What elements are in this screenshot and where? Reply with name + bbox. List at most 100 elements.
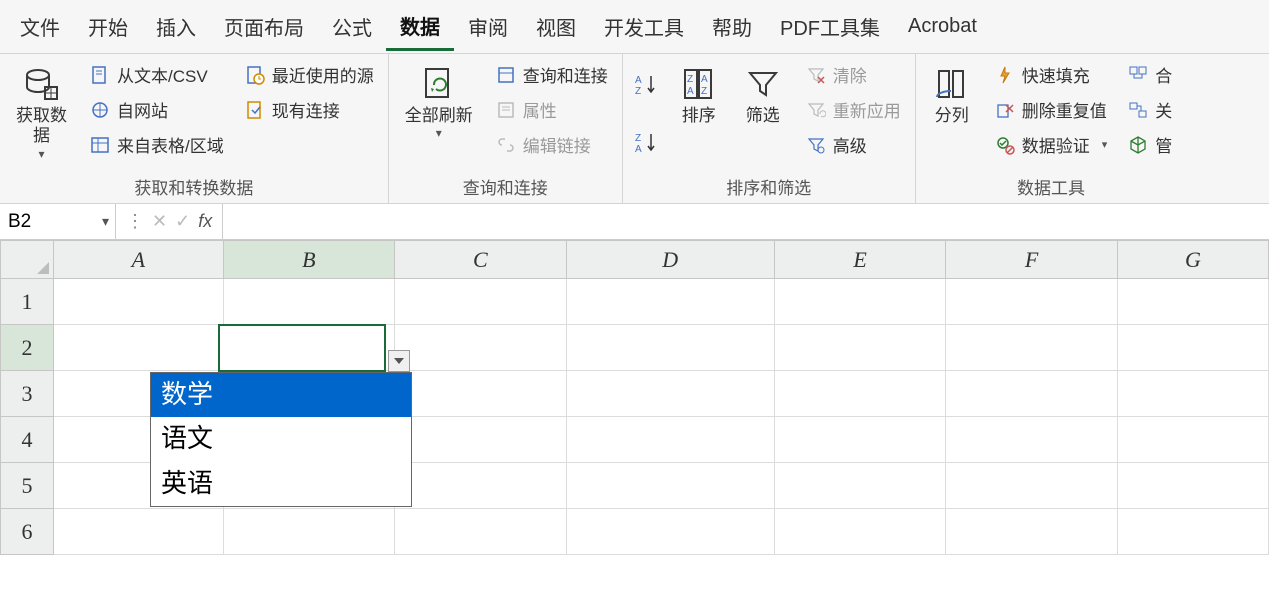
cell[interactable] (774, 463, 946, 509)
menu-acrobat[interactable]: Acrobat (894, 7, 991, 46)
remove-duplicates-button[interactable]: 删除重复值 (990, 95, 1112, 124)
cell[interactable] (946, 279, 1118, 325)
dropdown-option[interactable]: 英语 (151, 462, 411, 506)
flash-fill-button[interactable]: 快速填充 (990, 60, 1112, 89)
col-header-E[interactable]: E (774, 241, 946, 279)
cell[interactable] (774, 509, 946, 555)
chevron-down-icon: ▾ (436, 126, 442, 140)
cell[interactable] (566, 279, 774, 325)
more-icon[interactable]: ⋮ (126, 211, 144, 232)
sort-desc-icon[interactable]: ZA (633, 130, 661, 158)
row-header-3[interactable]: 3 (1, 371, 54, 417)
cell[interactable] (774, 371, 946, 417)
from-text-csv-button[interactable]: 从文本/CSV (85, 60, 228, 89)
get-data-label: 获取数 据 (16, 106, 67, 147)
fx-label[interactable]: fx (198, 211, 212, 232)
get-data-button[interactable]: 获取数 据 ▾ (10, 60, 73, 170)
cell[interactable] (1117, 463, 1268, 509)
row-header-5[interactable]: 5 (1, 463, 54, 509)
from-table-range-button[interactable]: 来自表格/区域 (85, 130, 228, 159)
cell[interactable] (395, 509, 567, 555)
advanced-filter-button[interactable]: 高级 (801, 130, 905, 159)
col-header-F[interactable]: F (946, 241, 1118, 279)
text-to-columns-button[interactable]: 分列 (926, 60, 978, 170)
col-header-D[interactable]: D (566, 241, 774, 279)
dropdown-option[interactable]: 语文 (151, 417, 411, 461)
clear-filter-button: 清除 (801, 60, 905, 89)
menu-view[interactable]: 视图 (522, 4, 590, 49)
cell[interactable] (946, 463, 1118, 509)
name-box[interactable]: B2 ▾ (0, 204, 116, 239)
row-header-2[interactable]: 2 (1, 325, 54, 371)
cell[interactable] (395, 463, 567, 509)
cell[interactable] (946, 325, 1118, 371)
cell[interactable] (54, 325, 223, 371)
cell[interactable] (395, 325, 567, 371)
cell[interactable] (223, 509, 395, 555)
cell[interactable] (774, 417, 946, 463)
col-header-A[interactable]: A (54, 241, 223, 279)
from-web-button[interactable]: 自网站 (85, 95, 228, 124)
validation-dropdown-button[interactable] (388, 350, 410, 372)
cell[interactable] (1117, 417, 1268, 463)
relationships-button[interactable]: 关 (1123, 95, 1176, 124)
menu-data[interactable]: 数据 (386, 3, 454, 51)
cell[interactable] (566, 417, 774, 463)
cell[interactable] (395, 371, 567, 417)
cell[interactable] (395, 279, 567, 325)
cell[interactable] (946, 371, 1118, 417)
menu-help[interactable]: 帮助 (698, 4, 766, 49)
recent-sources-button[interactable]: 最近使用的源 (240, 60, 378, 89)
cell[interactable] (946, 417, 1118, 463)
col-header-G[interactable]: G (1117, 241, 1268, 279)
existing-connections-button[interactable]: 现有连接 (240, 95, 378, 124)
dropdown-option[interactable]: 数学 (151, 373, 411, 417)
cell[interactable] (1117, 371, 1268, 417)
cell[interactable] (223, 279, 395, 325)
refresh-all-button[interactable]: 全部刷新 ▾ (399, 60, 479, 170)
filter-button[interactable]: 筛选 (737, 60, 789, 170)
columns-icon (932, 64, 972, 104)
cell[interactable] (1117, 325, 1268, 371)
spreadsheet-grid: A B C D E F G 1 2 3 4 5 6 数学 语文 英语 (0, 240, 1269, 555)
cell[interactable] (1117, 279, 1268, 325)
cell[interactable] (54, 509, 223, 555)
cell[interactable] (946, 509, 1118, 555)
cancel-icon[interactable]: ✕ (152, 211, 167, 232)
menu-insert[interactable]: 插入 (142, 4, 210, 49)
cell[interactable] (774, 325, 946, 371)
table-icon (89, 134, 111, 156)
cell[interactable] (54, 279, 223, 325)
cell-B2[interactable] (223, 325, 395, 371)
select-all-corner[interactable] (1, 241, 54, 279)
enter-icon[interactable]: ✓ (175, 211, 190, 232)
consolidate-button[interactable]: 合 (1123, 60, 1176, 89)
row-header-4[interactable]: 4 (1, 417, 54, 463)
row-header-1[interactable]: 1 (1, 279, 54, 325)
svg-text:Z: Z (687, 74, 693, 85)
cell[interactable] (1117, 509, 1268, 555)
menu-developer[interactable]: 开发工具 (590, 4, 698, 49)
sort-asc-icon[interactable]: AZ (633, 72, 661, 100)
queries-connections-button[interactable]: 查询和连接 (491, 60, 612, 89)
cell[interactable] (566, 371, 774, 417)
menu-review[interactable]: 审阅 (454, 4, 522, 49)
col-header-C[interactable]: C (395, 241, 567, 279)
cell[interactable] (774, 279, 946, 325)
row-header-6[interactable]: 6 (1, 509, 54, 555)
menu-file[interactable]: 文件 (6, 4, 74, 49)
manage-data-model-button[interactable]: 管 (1123, 130, 1176, 159)
formula-input[interactable] (223, 204, 1269, 239)
menu-formulas[interactable]: 公式 (318, 4, 386, 49)
cell[interactable] (566, 463, 774, 509)
menu-page-layout[interactable]: 页面布局 (210, 4, 318, 49)
sort-button[interactable]: ZAAZ 排序 (673, 60, 725, 170)
ribbon-group-data-tools: 分列 快速填充 删除重复值 数据验证▾ 合 关 管 数据工具 (916, 54, 1187, 203)
data-validation-button[interactable]: 数据验证▾ (990, 130, 1112, 159)
menu-home[interactable]: 开始 (74, 4, 142, 49)
cell[interactable] (395, 417, 567, 463)
cell[interactable] (566, 325, 774, 371)
col-header-B[interactable]: B (223, 241, 395, 279)
cell[interactable] (566, 509, 774, 555)
menu-pdf-tools[interactable]: PDF工具集 (766, 4, 894, 49)
